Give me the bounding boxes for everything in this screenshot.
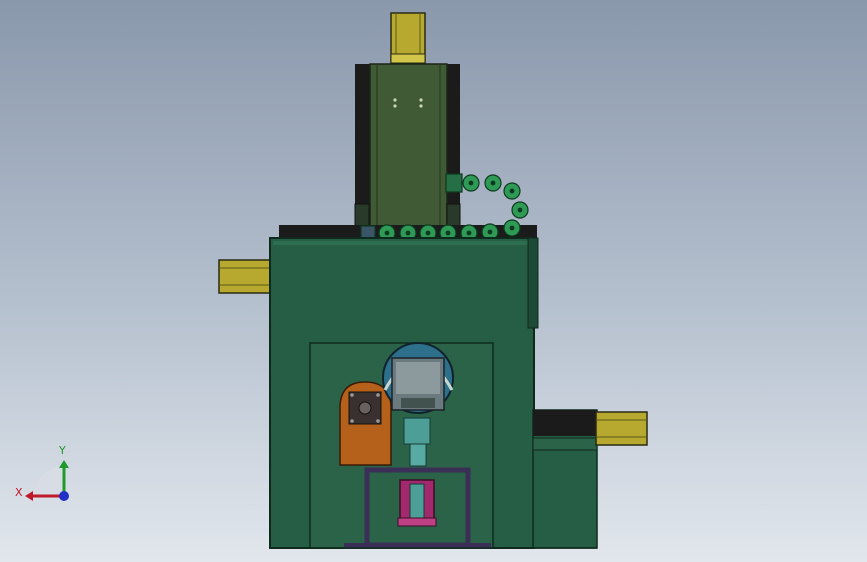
x-axis-arrow-icon [25,491,33,501]
cad-viewport[interactable] [0,0,867,562]
y-axis-label: Y [58,444,66,457]
spindle-window [382,342,454,414]
vertical-column [354,12,461,231]
left-linear-rail [218,259,272,294]
stepper-motor-plate [339,381,392,466]
axis-triad: Y X [15,444,69,501]
z-axis-dot [59,491,69,501]
triad-quarter-disc [34,466,64,496]
x-axis-label: X [15,486,23,499]
right-side-unit [532,409,648,549]
y-axis-arrow-icon [59,460,69,468]
